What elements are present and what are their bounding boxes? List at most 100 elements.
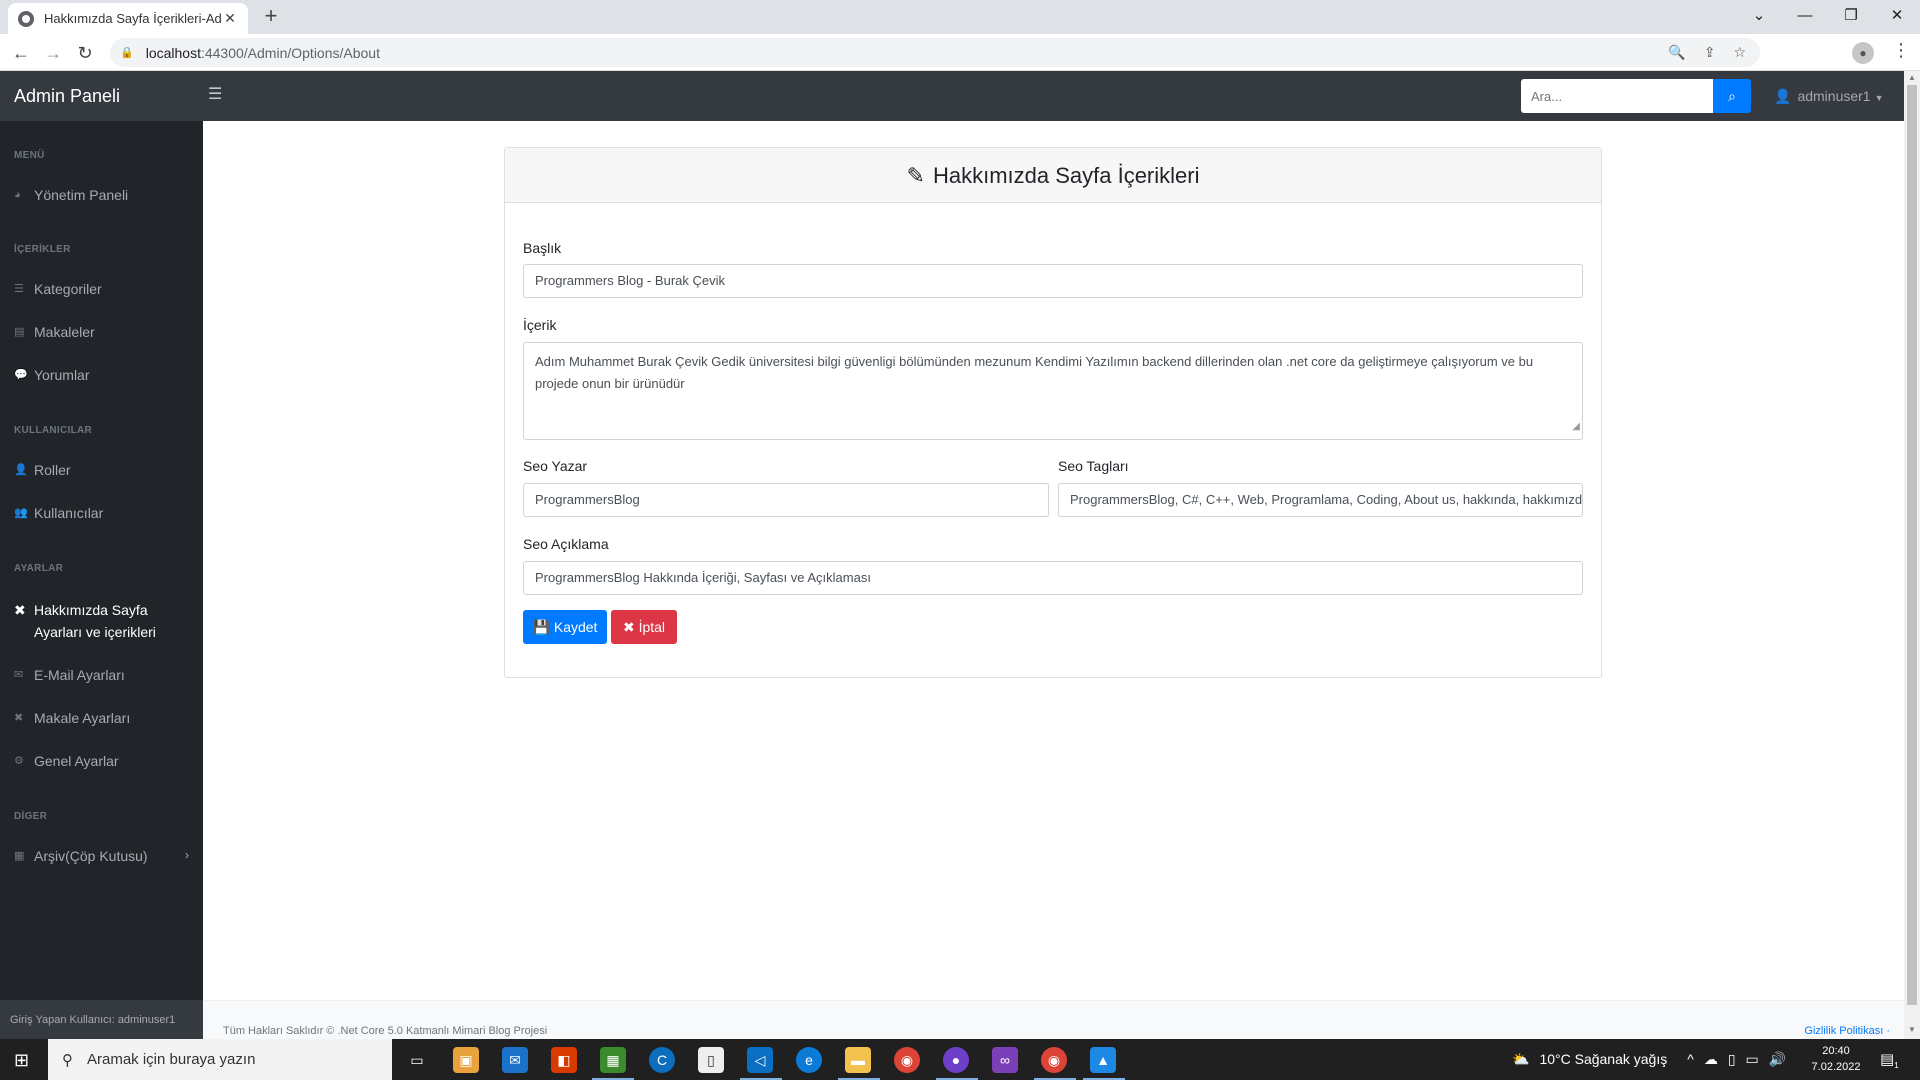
github-icon[interactable]: ● bbox=[943, 1047, 969, 1073]
icerik-textarea[interactable]: Adım Muhammet Burak Çevik Gedik üniversi… bbox=[523, 342, 1583, 440]
list-icon: ☰ bbox=[14, 283, 24, 295]
taskbar-search-placeholder: Aramak için buraya yazın bbox=[87, 1051, 256, 1068]
tab-search-icon[interactable]: ⌄ bbox=[1736, 0, 1782, 34]
close-tab-icon[interactable]: ✕ bbox=[222, 10, 238, 27]
sidebar-item-categories[interactable]: ☰ Kategoriler bbox=[14, 278, 194, 300]
seo-taglari-input[interactable]: ProgrammersBlog, C#, C++, Web, Programla… bbox=[1058, 483, 1583, 517]
search-input[interactable] bbox=[1521, 79, 1713, 113]
url-host: localhost bbox=[145, 44, 201, 61]
cog-icon: ⚙ bbox=[14, 755, 24, 767]
chevron-right-icon[interactable]: › bbox=[185, 848, 189, 862]
task-view-icon[interactable]: ▭ bbox=[404, 1047, 430, 1073]
baslik-input[interactable]: Programmers Blog - Burak Çevik bbox=[523, 264, 1583, 298]
zoom-icon[interactable]: 🔍 bbox=[1668, 44, 1685, 61]
seo-aciklama-input[interactable]: ProgrammersBlog Hakkında İçeriği, Sayfas… bbox=[523, 561, 1583, 595]
sidebar-item-about-settings[interactable]: ✖ Hakkımızda Sayfa Ayarları ve içerikleri bbox=[14, 599, 184, 643]
minimize-button[interactable]: — bbox=[1782, 0, 1828, 34]
lock-icon[interactable]: 🔒 bbox=[120, 46, 134, 59]
globe-icon bbox=[18, 10, 34, 27]
sidebar-item-email-settings[interactable]: ✉ E-Mail Ayarları bbox=[14, 664, 194, 686]
edge-icon[interactable]: e bbox=[796, 1047, 822, 1073]
photos-icon[interactable]: ▲ bbox=[1090, 1047, 1116, 1073]
about-form-card: ✎ Hakkımızda Sayfa İçerikleri Başlık Prog… bbox=[504, 147, 1602, 678]
onedrive-icon[interactable]: ☁ bbox=[1704, 1039, 1718, 1080]
taskbar-clock[interactable]: 20:40 7.02.2022 bbox=[1806, 1043, 1866, 1075]
cancel-button[interactable]: ✖ İptal bbox=[611, 610, 677, 644]
reload-icon[interactable]: ↻ bbox=[72, 40, 98, 66]
resize-handle-icon[interactable]: ◢ bbox=[1572, 416, 1580, 438]
dashboard-icon: ◕ bbox=[14, 189, 21, 201]
scroll-down-icon[interactable]: ▼ bbox=[1908, 1025, 1916, 1034]
system-tray: ⛅ 10°C Sağanak yağış ^ ☁ ▯ ▭ 🔊 bbox=[1512, 1039, 1786, 1080]
browser-toolbar: ← → ↻ 🔒 localhost:44300/Admin/Options/Ab… bbox=[0, 34, 1920, 71]
chrome-active-icon[interactable]: ◉ bbox=[1041, 1047, 1067, 1073]
visual-studio-icon[interactable]: ∞ bbox=[992, 1047, 1018, 1073]
back-icon[interactable]: ← bbox=[8, 40, 34, 66]
address-bar[interactable]: 🔒 localhost:44300/Admin/Options/About 🔍 … bbox=[110, 38, 1760, 67]
forward-icon[interactable]: → bbox=[40, 40, 66, 66]
sticky-app-icon[interactable]: ▦ bbox=[600, 1047, 626, 1073]
sidebar: MENÜ ◕ Yönetim Paneli İÇERİKLER ☰ Kategori… bbox=[0, 121, 203, 1039]
envelope-icon: ✉ bbox=[14, 669, 24, 681]
profile-avatar-icon[interactable]: ● bbox=[1852, 42, 1874, 64]
search-button[interactable]: ⌕ bbox=[1713, 79, 1751, 113]
tray-chevron-up-icon[interactable]: ^ bbox=[1687, 1039, 1694, 1080]
page-scrollbar[interactable]: ▲ ▼ bbox=[1904, 71, 1920, 1039]
clock-date: 7.02.2022 bbox=[1811, 1061, 1861, 1073]
url-path: :44300/Admin/Options/About bbox=[200, 44, 380, 61]
edit-icon: ✎ bbox=[906, 163, 925, 188]
sidebar-item-dashboard[interactable]: ◕ Yönetim Paneli bbox=[14, 184, 194, 206]
sidebar-item-roles[interactable]: 👤 Roller bbox=[14, 459, 194, 481]
sidebar-item-general-settings[interactable]: ⚙ Genel Ayarlar bbox=[14, 750, 194, 772]
privacy-policy-link[interactable]: Gizlilik Politikası · bbox=[1804, 1025, 1890, 1037]
search-icon: ⌕ bbox=[1728, 88, 1736, 104]
sidebar-item-archive[interactable]: ▦ Arşiv(Çöp Kutusu) bbox=[14, 845, 194, 867]
battery-icon[interactable]: ▯ bbox=[1728, 1039, 1736, 1080]
sidebar-toggle-icon[interactable]: ☰ bbox=[208, 84, 222, 104]
sidebar-heading-other: DİGER bbox=[14, 811, 48, 822]
browser-tab[interactable]: Hakkımızda Sayfa İçerikleri-Admin ✕ bbox=[8, 3, 248, 34]
save-icon: 💾 bbox=[532, 619, 550, 635]
volume-icon[interactable]: 🔊 bbox=[1769, 1039, 1786, 1080]
vscode-icon[interactable]: ◁ bbox=[747, 1047, 773, 1073]
weather-icon[interactable]: ⛅ bbox=[1512, 1039, 1529, 1080]
sidebar-heading-settings: AYARLAR bbox=[14, 563, 64, 574]
scroll-up-icon[interactable]: ▲ bbox=[1908, 73, 1916, 82]
sidebar-item-article-settings[interactable]: ✖ Makale Ayarları bbox=[14, 707, 194, 729]
windows-start-icon[interactable]: ⊞ bbox=[14, 1050, 29, 1071]
star-icon[interactable]: ☆ bbox=[1733, 44, 1746, 61]
caret-down-icon: ▼ bbox=[1874, 93, 1884, 103]
store-icon[interactable]: ▣ bbox=[453, 1047, 479, 1073]
share-icon[interactable]: ⇪ bbox=[1704, 44, 1716, 61]
browser-menu-icon[interactable]: ⋮ bbox=[1892, 40, 1910, 61]
sidebar-item-comments[interactable]: 💬 Yorumlar bbox=[14, 364, 194, 386]
page-footer: Tüm Hakları Saklıdır © .Net Core 5.0 Kat… bbox=[203, 1000, 1904, 1039]
notification-count: 1 bbox=[1894, 1061, 1899, 1070]
mail-icon[interactable]: ✉ bbox=[502, 1047, 528, 1073]
file-explorer-icon[interactable]: ▬ bbox=[845, 1047, 871, 1073]
file-icon[interactable]: ▯ bbox=[698, 1047, 724, 1073]
search-icon: ⚲ bbox=[62, 1051, 73, 1069]
new-tab-button[interactable]: + bbox=[258, 4, 284, 30]
taskbar-search[interactable]: ⚲ Aramak için buraya yazın bbox=[48, 1039, 392, 1080]
sidebar-heading-contents: İÇERİKLER bbox=[14, 244, 71, 255]
brand-title[interactable]: Admin Paneli bbox=[14, 71, 204, 121]
sidebar-item-articles[interactable]: ▤ Makaleler bbox=[14, 321, 194, 343]
card-header: ✎ Hakkımızda Sayfa İçerikleri bbox=[505, 148, 1601, 203]
network-icon[interactable]: ▭ bbox=[1746, 1039, 1759, 1080]
save-button[interactable]: 💾 Kaydet bbox=[523, 610, 607, 644]
tools-icon: ✖ bbox=[14, 602, 26, 618]
ccleaner-icon[interactable]: C bbox=[649, 1047, 675, 1073]
user-dropdown[interactable]: 👤 adminuser1 ▼ bbox=[1774, 71, 1884, 121]
seo-yazar-input[interactable]: ProgrammersBlog bbox=[523, 483, 1049, 517]
weather-text[interactable]: 10°C Sağanak yağış bbox=[1539, 1039, 1667, 1080]
chrome-icon[interactable]: ◉ bbox=[894, 1047, 920, 1073]
sidebar-heading-menu: MENÜ bbox=[14, 150, 45, 161]
notification-icon[interactable]: ▤1 bbox=[1880, 1050, 1899, 1070]
sidebar-item-users[interactable]: 👥 Kullanıcılar bbox=[14, 502, 194, 524]
close-window-button[interactable]: ✕ bbox=[1874, 0, 1920, 34]
restore-button[interactable]: ❐ bbox=[1828, 0, 1874, 34]
scroll-thumb[interactable] bbox=[1907, 85, 1917, 1005]
windows-taskbar: ⊞ ⚲ Aramak için buraya yazın ▭ ▣ ✉ ◧ ▦ C… bbox=[0, 1039, 1920, 1080]
office-icon[interactable]: ◧ bbox=[551, 1047, 577, 1073]
